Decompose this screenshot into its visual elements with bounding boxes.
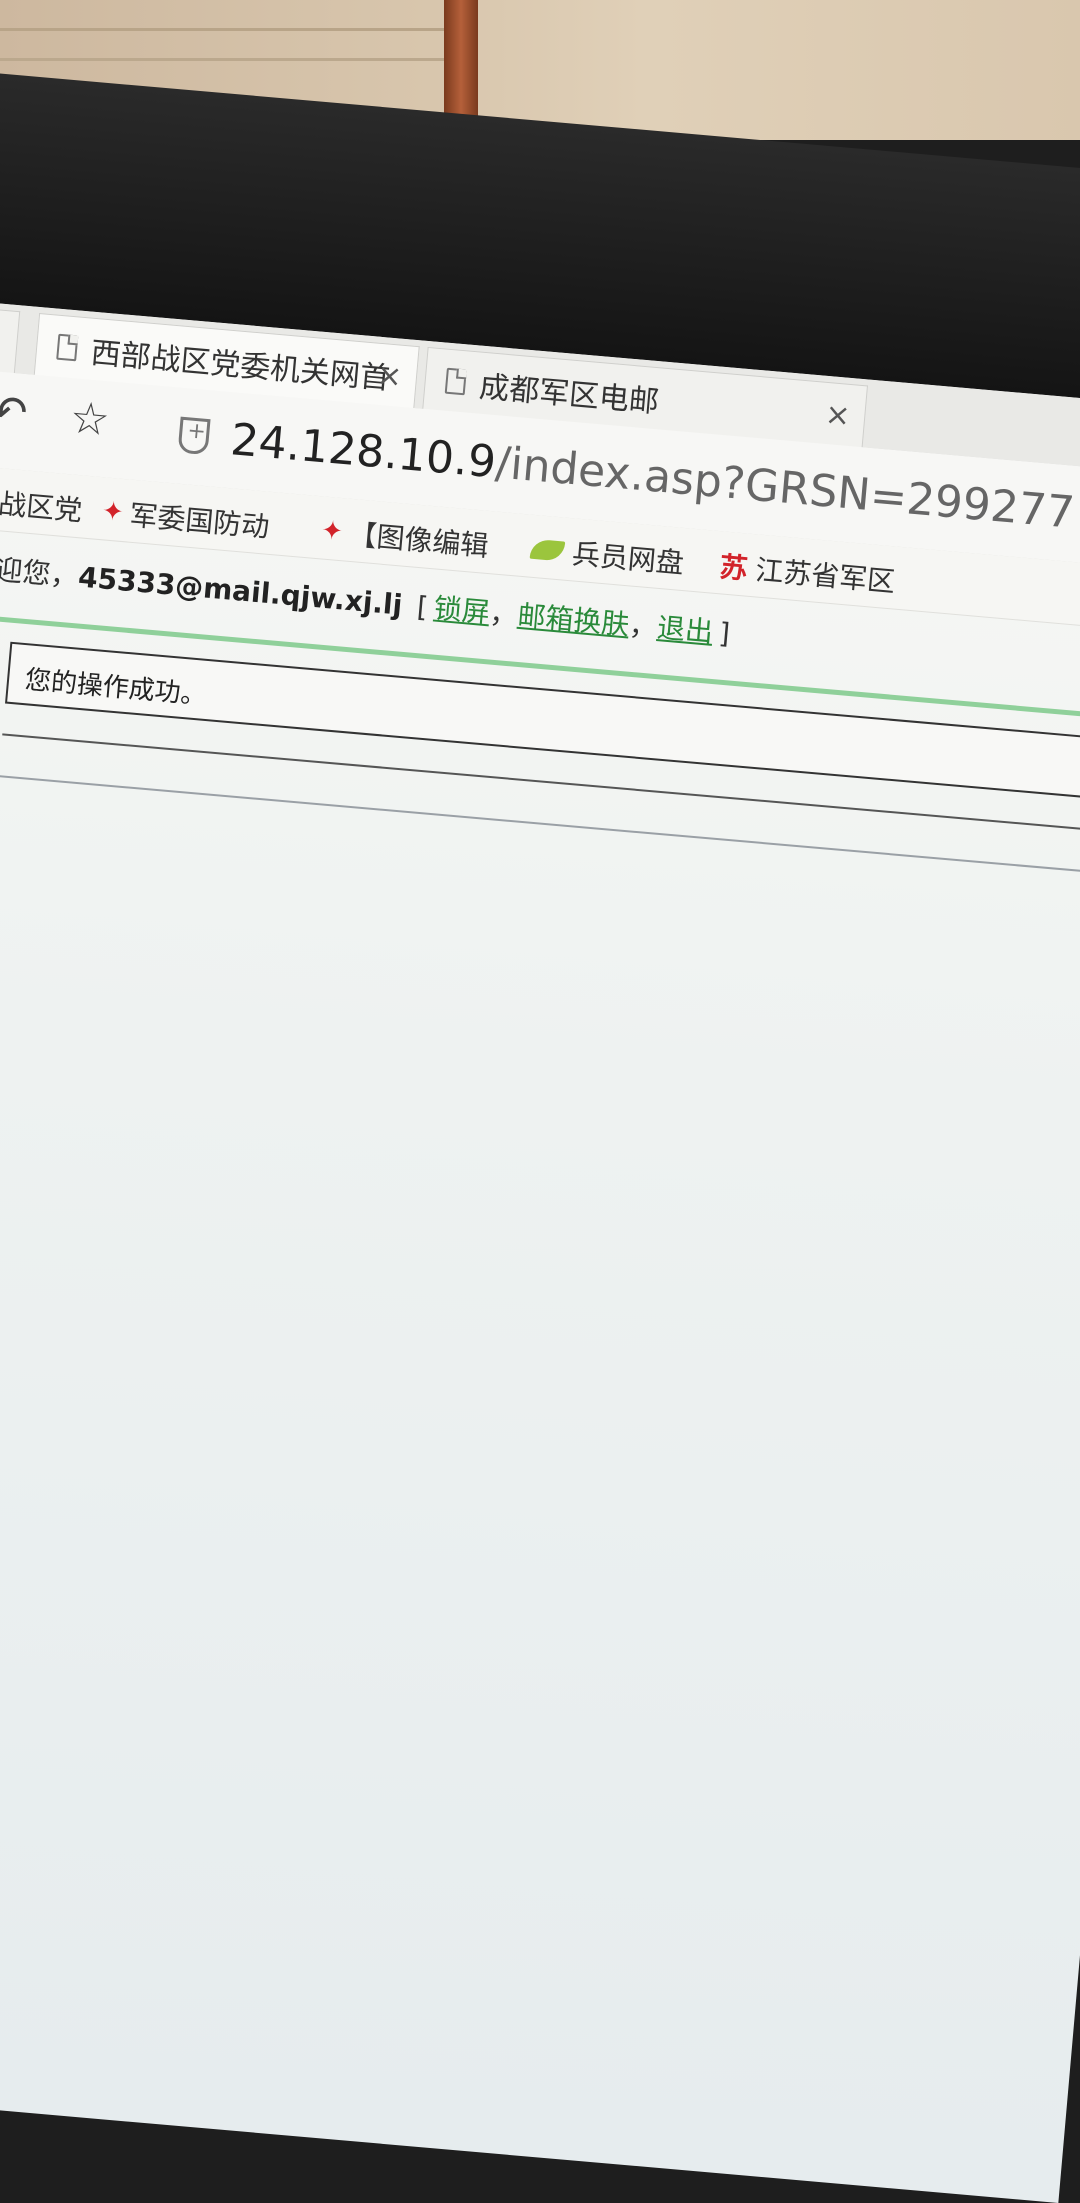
- red-star-icon: ✦: [319, 515, 345, 548]
- close-icon[interactable]: ×: [0, 322, 4, 359]
- leaf-icon: [529, 538, 566, 562]
- address-host: 24.128.10.9: [228, 413, 499, 488]
- wall-trim: [0, 58, 444, 61]
- close-icon[interactable]: ×: [375, 357, 403, 394]
- bookmark-item[interactable]: 苏 江苏省军区: [718, 545, 897, 600]
- star-icon[interactable]: ☆: [68, 392, 112, 446]
- separator: ，: [627, 608, 659, 644]
- undo-icon[interactable]: ↶: [0, 385, 29, 439]
- bookmark-label: 【图像编辑: [347, 517, 490, 563]
- bookmark-label: 军委国防动: [128, 498, 271, 544]
- shield-icon: [177, 416, 211, 456]
- change-skin-link[interactable]: 邮箱换肤: [516, 599, 630, 642]
- divider: [0, 775, 1080, 874]
- bookmark-item[interactable]: ✦ 军委国防动: [100, 491, 271, 545]
- notice-message: 您的操作成功。: [23, 665, 208, 711]
- bookmark-label: 江苏省军区: [754, 553, 897, 599]
- bookmark-item[interactable]: ✦ 【图像编辑: [320, 510, 491, 564]
- browser-screen: × 西部战区党委机关网首 × 成都军区电邮 × ↶ ☆ 24.128.10.9/…: [0, 300, 1080, 2203]
- logout-link[interactable]: 退出: [656, 611, 715, 649]
- bookmark-label: 西部战区党: [0, 482, 84, 528]
- page-icon: [56, 333, 79, 362]
- bracket-open: [: [415, 590, 430, 624]
- welcome-prefix: 欢迎您，: [0, 550, 80, 594]
- red-star-icon: ✦: [100, 496, 126, 529]
- bracket-close: ]: [717, 616, 732, 651]
- bookmark-label: 兵员网盘: [570, 537, 686, 581]
- user-email: 45333@mail.qjw.xj.lj: [76, 560, 404, 622]
- bookmark-item[interactable]: 西部战区党: [0, 477, 84, 529]
- lock-screen-link[interactable]: 锁屏: [433, 592, 492, 630]
- page-icon: [444, 367, 467, 396]
- separator: ，: [488, 596, 520, 632]
- wall-trim: [0, 28, 444, 31]
- su-icon: 苏: [718, 550, 749, 586]
- close-icon[interactable]: ×: [824, 396, 852, 433]
- tab-title: 成都军区电邮: [477, 369, 661, 421]
- bookmark-item[interactable]: 兵员网盘: [529, 529, 686, 582]
- tab-previous[interactable]: ×: [0, 305, 21, 375]
